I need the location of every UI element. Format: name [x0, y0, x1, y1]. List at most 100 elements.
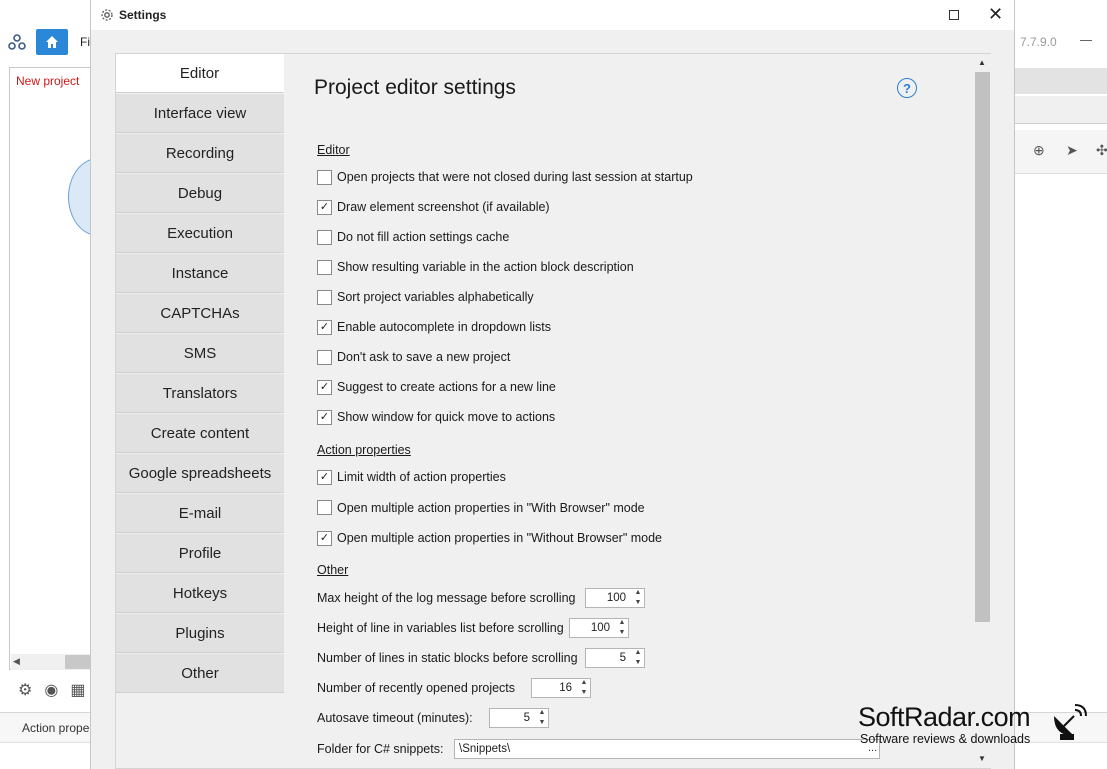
stepper-down-icon[interactable]: ▼: [539, 719, 546, 727]
option-row[interactable]: Show resulting variable in the action bl…: [317, 258, 634, 276]
number-stepper[interactable]: 5 ▲ ▼: [489, 708, 549, 728]
project-tab[interactable]: New project: [16, 74, 79, 88]
checkbox[interactable]: ✓: [317, 379, 332, 395]
checkbox[interactable]: [317, 349, 332, 365]
stepper-up-icon[interactable]: ▲: [581, 679, 588, 687]
section-editor: Editor: [317, 143, 350, 157]
checkbox[interactable]: [317, 259, 332, 275]
watermark-subtitle: Software reviews & downloads: [860, 732, 1031, 746]
option-row[interactable]: Do not fill action settings cache: [317, 228, 509, 246]
nav-item-hotkeys[interactable]: Hotkeys: [116, 574, 284, 613]
pointer-icon[interactable]: ➤: [1066, 142, 1078, 159]
checkbox[interactable]: [317, 169, 332, 185]
checkbox[interactable]: [317, 229, 332, 245]
nav-item-plugins[interactable]: Plugins: [116, 614, 284, 653]
section-action-properties: Action properties: [317, 443, 411, 457]
nav-item-instance[interactable]: Instance: [116, 254, 284, 293]
option-label: Enable autocomplete in dropdown lists: [337, 320, 552, 334]
field-label: Height of line in variables list before …: [317, 621, 564, 635]
stepper-down-icon[interactable]: ▼: [619, 629, 626, 637]
option-label: Open multiple action properties in "With…: [337, 500, 645, 515]
nav-item-interface-view[interactable]: Interface view: [116, 94, 284, 133]
number-stepper[interactable]: 5 ▲ ▼: [585, 648, 645, 668]
option-row[interactable]: Open projects that were not closed durin…: [317, 168, 693, 186]
nav-item-e-mail[interactable]: E-mail: [116, 494, 284, 533]
stepper-arrows[interactable]: ▲ ▼: [632, 589, 644, 607]
project-canvas[interactable]: [9, 67, 99, 670]
stepper-down-icon[interactable]: ▼: [581, 689, 588, 697]
add-icon[interactable]: ⊕: [1033, 142, 1045, 159]
stepper-down-icon[interactable]: ▼: [635, 659, 642, 667]
checkbox[interactable]: [317, 500, 332, 515]
nav-item-sms[interactable]: SMS: [116, 334, 284, 373]
help-icon[interactable]: ?: [897, 78, 917, 98]
stepper-up-icon[interactable]: ▲: [619, 619, 626, 627]
checkbox[interactable]: ✓: [317, 409, 332, 425]
snippets-folder-input[interactable]: \Snippets\: [454, 739, 880, 759]
maximize-button[interactable]: [949, 10, 959, 20]
stepper-arrows[interactable]: ▲ ▼: [632, 649, 644, 667]
stepper-value: 100: [606, 592, 626, 604]
checkbox[interactable]: ✓: [317, 319, 332, 335]
app-version: 7.7.9.0: [1020, 35, 1057, 49]
nav-item-editor[interactable]: Editor: [116, 54, 284, 93]
nav-item-translators[interactable]: Translators: [116, 374, 284, 413]
user-icon[interactable]: ◉: [44, 680, 58, 700]
stepper-down-icon[interactable]: ▼: [635, 599, 642, 607]
watermark-title: SoftRadar.com: [858, 702, 1031, 732]
scroll-up-icon[interactable]: ▲: [978, 58, 986, 67]
puzzle-icon[interactable]: ✣: [1096, 142, 1107, 159]
stepper-up-icon[interactable]: ▲: [635, 589, 642, 597]
checkbox[interactable]: ✓: [317, 199, 332, 215]
number-stepper[interactable]: 100 ▲ ▼: [569, 618, 629, 638]
option-row[interactable]: ✓ Limit width of action properties: [317, 468, 506, 486]
option-row[interactable]: Sort project variables alphabetically: [317, 288, 534, 306]
option-row[interactable]: ✓ Enable autocomplete in dropdown lists: [317, 318, 551, 336]
nav-item-google-spreadsheets[interactable]: Google spreadsheets: [116, 454, 284, 493]
option-row[interactable]: ✓ Open multiple action properties in "Wit…: [317, 529, 662, 547]
option-label: Open projects that were not closed durin…: [337, 170, 693, 184]
stepper-arrows[interactable]: ▲ ▼: [578, 679, 590, 697]
snippets-folder-label: Folder for C# snippets:: [317, 742, 444, 756]
grid-icon[interactable]: ▦: [70, 680, 85, 700]
field-label: Max height of the log message before scr…: [317, 591, 576, 605]
checkbox[interactable]: ✓: [317, 469, 332, 485]
option-row[interactable]: Don't ask to save a new project: [317, 348, 510, 366]
field-label: Number of lines in static blocks before …: [317, 651, 578, 665]
gear-icon[interactable]: ⚙: [18, 680, 32, 700]
stepper-up-icon[interactable]: ▲: [539, 709, 546, 717]
option-row[interactable]: ✓ Suggest to create actions for a new lin…: [317, 378, 556, 396]
nav-item-other[interactable]: Other: [116, 654, 284, 693]
option-label: Sort project variables alphabetically: [337, 290, 534, 304]
scroll-left-icon[interactable]: ◀: [13, 656, 20, 667]
section-other: Other: [317, 563, 349, 577]
checkbox[interactable]: ✓: [317, 530, 332, 546]
nav-item-profile[interactable]: Profile: [116, 534, 284, 573]
option-label: Show resulting variable in the action bl…: [337, 260, 634, 274]
stepper-arrows[interactable]: ▲ ▼: [536, 709, 548, 727]
home-icon: [46, 36, 58, 48]
nav-item-create-content[interactable]: Create content: [116, 414, 284, 453]
option-row[interactable]: ✓ Show window for quick move to actions: [317, 408, 555, 426]
nav-item-captchas[interactable]: CAPTCHAs: [116, 294, 284, 333]
nav-item-recording[interactable]: Recording: [116, 134, 284, 173]
nav-item-execution[interactable]: Execution: [116, 214, 284, 253]
checkbox[interactable]: [317, 289, 332, 305]
option-row[interactable]: Open multiple action properties in "With…: [317, 499, 645, 517]
stepper-value: 5: [619, 652, 626, 664]
right-panel-toolbar: [1015, 130, 1107, 174]
scroll-thumb[interactable]: [975, 72, 990, 622]
close-button[interactable]: ✕: [988, 4, 1003, 24]
app-minimize-button[interactable]: [1080, 40, 1092, 41]
number-stepper[interactable]: 100 ▲ ▼: [585, 588, 645, 608]
field-label: Autosave timeout (minutes):: [317, 711, 473, 725]
scroll-down-icon[interactable]: ▼: [978, 754, 986, 763]
home-button[interactable]: [36, 29, 68, 55]
stepper-arrows[interactable]: ▲ ▼: [616, 619, 628, 637]
settings-vscrollbar[interactable]: ▲ ▼: [974, 54, 991, 768]
nav-item-debug[interactable]: Debug: [116, 174, 284, 213]
option-row[interactable]: ✓ Draw element screenshot (if available): [317, 198, 550, 216]
canvas-hscroll-thumb[interactable]: [65, 655, 90, 669]
stepper-up-icon[interactable]: ▲: [635, 649, 642, 657]
number-stepper[interactable]: 16 ▲ ▼: [531, 678, 591, 698]
